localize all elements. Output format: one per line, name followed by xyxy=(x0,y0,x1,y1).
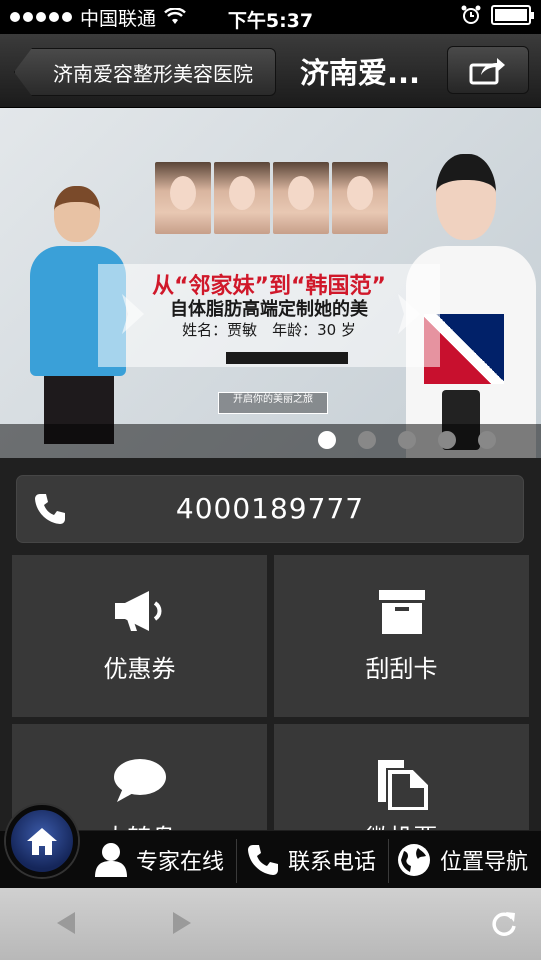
before-after-photos xyxy=(155,162,388,234)
share-icon xyxy=(469,58,505,85)
refresh-icon[interactable] xyxy=(490,910,518,938)
carousel-dot[interactable] xyxy=(358,431,376,449)
promo-banner-carousel[interactable]: 从“邻家妹”到“韩国范” 自体脂肪高端定制她的美 姓名：贾敏 年龄：30 岁 开… xyxy=(0,108,541,458)
person-icon xyxy=(95,843,127,877)
main-content: 4000189777 优惠券 刮刮卡 xyxy=(0,458,541,890)
carousel-dot[interactable] xyxy=(398,431,416,449)
nav-divider xyxy=(388,839,389,883)
box-icon xyxy=(378,590,425,634)
chevron-right-icon xyxy=(398,294,420,334)
nav-contact-phone[interactable]: 联系电话 xyxy=(246,831,376,889)
home-icon xyxy=(27,828,57,855)
status-bar: 中国联通 下午5:37 xyxy=(0,0,541,34)
status-time: 下午5:37 xyxy=(227,10,314,32)
browser-toolbar xyxy=(0,888,541,960)
promo-caption-bar xyxy=(226,352,348,364)
battery-icon xyxy=(491,5,534,25)
nav-location[interactable]: 位置导航 xyxy=(396,831,528,889)
face-photo xyxy=(214,162,270,234)
promo-tagline: 开启你的美丽之旅 xyxy=(218,392,328,414)
phone-number: 4000189777 xyxy=(175,492,365,525)
nav-divider xyxy=(236,839,237,883)
tile-label: 优惠券 xyxy=(103,655,176,683)
chevron-right-icon xyxy=(122,294,144,334)
nav-expert-online[interactable]: 专家在线 xyxy=(94,831,224,889)
tile-label: 刮刮卡 xyxy=(365,655,438,683)
carousel-dot[interactable] xyxy=(438,431,456,449)
carousel-dot[interactable] xyxy=(478,431,496,449)
back-arrow-icon[interactable] xyxy=(55,910,77,936)
home-button[interactable] xyxy=(6,805,78,877)
bottom-nav-bar: 专家在线 联系电话 位置导航 xyxy=(0,830,541,888)
coupon-tile[interactable]: 优惠券 xyxy=(12,555,267,717)
forward-arrow-icon[interactable] xyxy=(171,910,193,936)
nav-label: 位置导航 xyxy=(440,850,529,875)
face-photo xyxy=(332,162,388,234)
scratch-card-tile[interactable]: 刮刮卡 xyxy=(274,555,529,717)
back-button-label: 济南爱容整形美容医院 xyxy=(53,61,253,86)
face-photo xyxy=(155,162,211,234)
face-photo xyxy=(273,162,329,234)
nav-label: 专家在线 xyxy=(136,850,225,875)
alarm-icon xyxy=(461,5,481,24)
documents-icon xyxy=(377,760,428,810)
back-button[interactable]: 济南爱容整形美容医院 xyxy=(14,48,276,96)
promo-name-age: 姓名：贾敏 年龄：30 岁 xyxy=(182,321,356,339)
carousel-dots[interactable] xyxy=(318,431,496,449)
megaphone-icon xyxy=(114,591,161,631)
promo-text-box: 从“邻家妹”到“韩国范” 自体脂肪高端定制她的美 姓名：贾敏 年龄：30 岁 xyxy=(98,264,440,367)
nav-label: 联系电话 xyxy=(288,850,377,875)
page-title: 济南爱... xyxy=(300,56,421,90)
app-header: 济南爱容整形美容医院 济南爱... xyxy=(0,34,541,108)
call-phone-button[interactable]: 4000189777 xyxy=(16,475,524,543)
promo-subline: 自体脂肪高端定制她的美 xyxy=(170,299,368,320)
phone-icon xyxy=(248,845,278,875)
share-button[interactable] xyxy=(447,46,529,94)
speech-bubble-icon xyxy=(113,759,166,802)
carousel-dot[interactable] xyxy=(318,431,336,449)
globe-icon xyxy=(398,844,430,876)
